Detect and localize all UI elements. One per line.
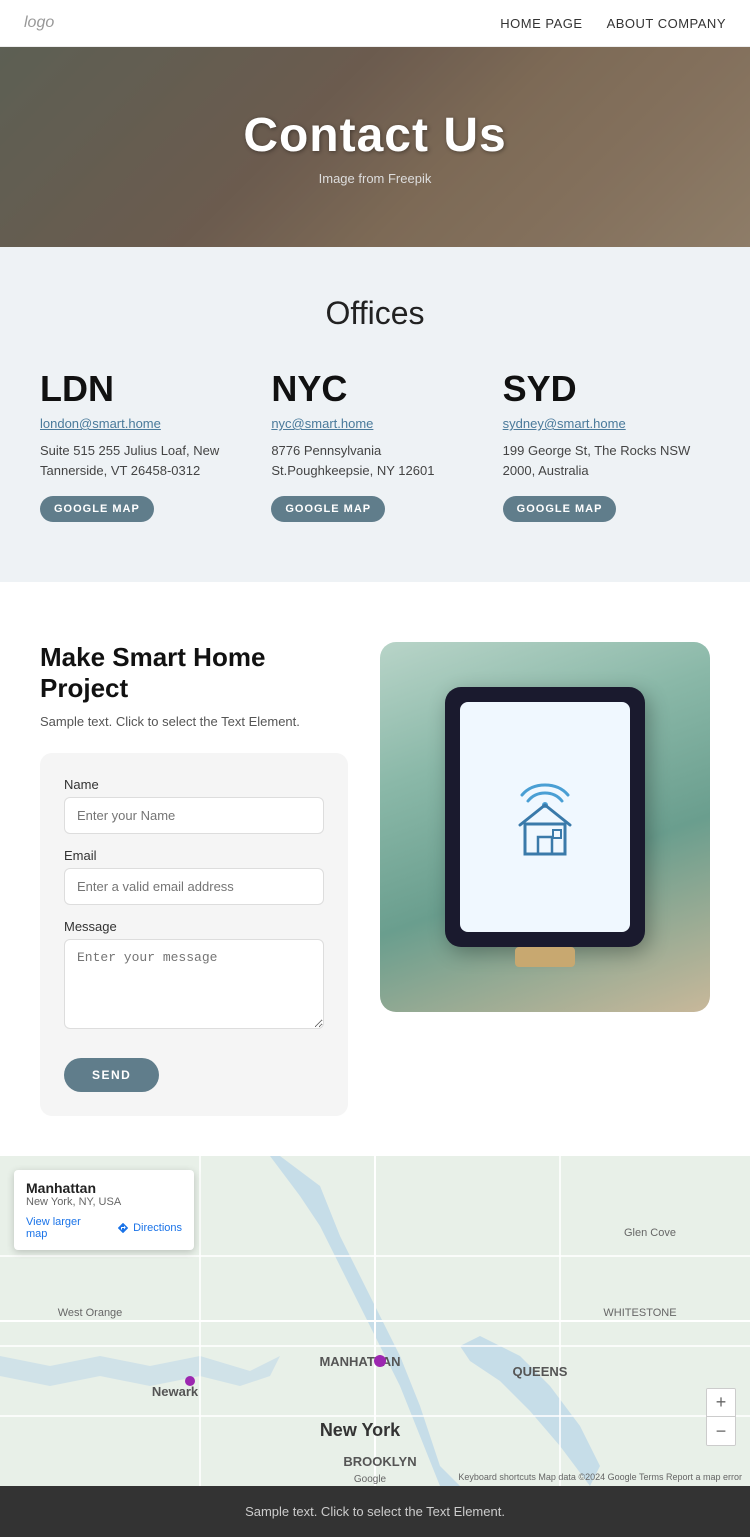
svg-text:Glen Cove: Glen Cove — [624, 1227, 676, 1239]
hero-content: Contact Us Image from Freepik — [243, 108, 506, 186]
tablet-illustration — [445, 687, 645, 947]
svg-text:Newark: Newark — [152, 1384, 199, 1399]
offices-section: Offices LDN london@smart.home Suite 515 … — [0, 247, 750, 582]
map-popup-region: New York, NY, USA — [26, 1196, 182, 1208]
message-textarea[interactable] — [64, 939, 324, 1029]
nav-home[interactable]: HOME PAGE — [500, 16, 582, 31]
smart-home-inner: Make Smart Home Project Sample text. Cli… — [40, 642, 710, 1116]
svg-text:New York: New York — [320, 1420, 401, 1440]
svg-text:QUEENS: QUEENS — [513, 1364, 568, 1379]
contact-form: Name Email Message SEND — [40, 753, 348, 1116]
office-address-ldn: Suite 515 255 Julius Loaf, New Tannersid… — [40, 441, 247, 480]
offices-grid: LDN london@smart.home Suite 515 255 Juli… — [40, 368, 710, 522]
office-email-nyc[interactable]: nyc@smart.home — [271, 416, 478, 431]
smart-home-right — [380, 642, 710, 1012]
smart-home-image — [380, 642, 710, 1012]
footer: Sample text. Click to select the Text El… — [0, 1486, 750, 1537]
svg-text:Google: Google — [354, 1474, 387, 1485]
name-label: Name — [64, 777, 324, 792]
tablet-screen — [460, 702, 630, 932]
hero-subtitle: Image from Freepik — [243, 171, 506, 186]
office-city-ldn: LDN — [40, 368, 247, 410]
email-input[interactable] — [64, 868, 324, 905]
office-email-ldn[interactable]: london@smart.home — [40, 416, 247, 431]
directions-icon — [117, 1222, 129, 1234]
zoom-in-button[interactable]: + — [707, 1389, 735, 1417]
view-larger-map-link[interactable]: View larger map — [26, 1216, 105, 1240]
map-popup: Manhattan New York, NY, USA View larger … — [14, 1170, 194, 1250]
smart-home-icon — [495, 767, 595, 867]
office-map-btn-syd[interactable]: GOOGLE MAP — [503, 496, 617, 522]
office-address-nyc: 8776 Pennsylvania St.Poughkeepsie, NY 12… — [271, 441, 478, 480]
office-city-nyc: NYC — [271, 368, 478, 410]
footer-text: Sample text. Click to select the Text El… — [245, 1504, 505, 1519]
name-input[interactable] — [64, 797, 324, 834]
nav-links: HOME PAGE ABOUT COMPANY — [500, 16, 726, 31]
tablet-stand — [515, 947, 575, 967]
svg-text:West Orange: West Orange — [58, 1307, 123, 1319]
office-map-btn-nyc[interactable]: GOOGLE MAP — [271, 496, 385, 522]
hero-title: Contact Us — [243, 108, 506, 163]
smart-home-section: Make Smart Home Project Sample text. Cli… — [0, 582, 750, 1156]
smart-home-title: Make Smart Home Project — [40, 642, 348, 704]
svg-text:MANHATTAN: MANHATTAN — [319, 1354, 400, 1369]
directions-label: Directions — [133, 1222, 182, 1234]
svg-text:WHITESTONE: WHITESTONE — [603, 1307, 676, 1319]
map-attribution: Keyboard shortcuts Map data ©2024 Google… — [458, 1472, 742, 1482]
nav-about[interactable]: ABOUT COMPANY — [607, 16, 726, 31]
map-popup-actions: View larger map Directions — [26, 1216, 182, 1240]
office-email-syd[interactable]: sydney@smart.home — [503, 416, 710, 431]
office-map-btn-ldn[interactable]: GOOGLE MAP — [40, 496, 154, 522]
office-card-syd: SYD sydney@smart.home 199 George St, The… — [503, 368, 710, 522]
directions-button[interactable]: Directions — [117, 1222, 182, 1234]
message-label: Message — [64, 919, 324, 934]
office-card-nyc: NYC nyc@smart.home 8776 Pennsylvania St.… — [271, 368, 478, 522]
offices-heading: Offices — [40, 295, 710, 332]
navbar: logo HOME PAGE ABOUT COMPANY — [0, 0, 750, 47]
svg-text:BROOKLYN: BROOKLYN — [343, 1454, 416, 1469]
map-section: New York MANHATTAN Newark QUEENS BROOKLY… — [0, 1156, 750, 1486]
email-label: Email — [64, 848, 324, 863]
logo: logo — [24, 14, 54, 32]
email-group: Email — [64, 848, 324, 905]
hero-section: Contact Us Image from Freepik — [0, 47, 750, 247]
office-card-ldn: LDN london@smart.home Suite 515 255 Juli… — [40, 368, 247, 522]
office-address-syd: 199 George St, The Rocks NSW 2000, Austr… — [503, 441, 710, 480]
smart-home-left: Make Smart Home Project Sample text. Cli… — [40, 642, 348, 1116]
zoom-out-button[interactable]: − — [707, 1417, 735, 1445]
smart-home-desc: Sample text. Click to select the Text El… — [40, 714, 348, 729]
map-zoom-controls: + − — [706, 1388, 736, 1446]
name-group: Name — [64, 777, 324, 834]
map-popup-city: Manhattan — [26, 1180, 182, 1196]
send-button[interactable]: SEND — [64, 1058, 159, 1092]
message-group: Message — [64, 919, 324, 1034]
office-city-syd: SYD — [503, 368, 710, 410]
